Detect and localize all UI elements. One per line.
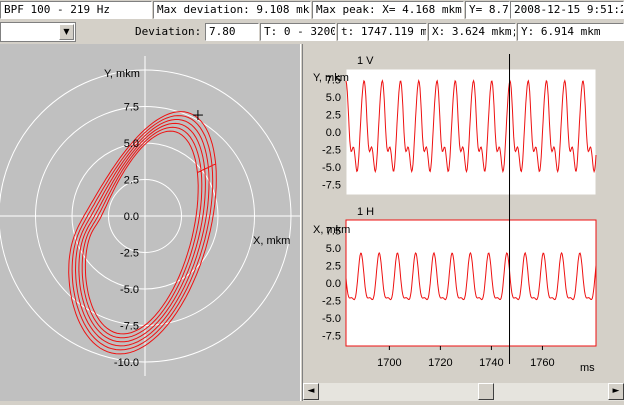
x-tick-label: 1720 [428, 357, 452, 369]
h-plot-title: 1 H [357, 206, 374, 218]
v-y-tick-label: -7.5 [322, 180, 341, 192]
v-y-tick-label: 0.0 [326, 127, 341, 139]
max-deviation-readout: Max deviation: 9.108 mkm [153, 1, 311, 19]
time-range-readout: T: 0 - 3200 [16 [260, 23, 336, 41]
cursor-x-readout: X: 3.624 mkm; [428, 23, 516, 41]
orbit-panel[interactable]: Y, mkm X, mkm 7.5 5.0 2.5 0.0 -2.5 -5.0 -7.5 -1… [0, 44, 305, 401]
h-y-tick-label: -5.0 [322, 313, 341, 325]
orbit-y-tick-label: -10.0 [114, 357, 139, 369]
timeseries-panel[interactable]: 1 V Y, mkm 7.5 5.0 2.5 0.0 -2.5 -5.0 -7.5 1 H … [303, 44, 624, 383]
time-scrollbar[interactable]: ◄ ► [303, 383, 624, 401]
max-peak-y-readout: Y= 8.7 [465, 1, 510, 19]
filter-readout: BPF 100 - 219 Hz [0, 1, 152, 19]
h-y-tick-label: 0.0 [326, 278, 341, 290]
cursor-t-readout: t: 1747.119 m [337, 23, 427, 41]
v-y-tick-label: -2.5 [322, 145, 341, 157]
status-bar-top: BPF 100 - 219 Hz Max deviation: 9.108 mk… [0, 0, 624, 20]
h-y-tick-label: 5.0 [326, 243, 341, 255]
x-tick-label: 1700 [377, 357, 401, 369]
scroll-right-icon[interactable]: ► [608, 383, 624, 400]
x-tick-label: 1740 [479, 357, 503, 369]
v-y-tick-label: 2.5 [326, 110, 341, 122]
orbit-y-axis-label: Y, mkm [104, 68, 140, 80]
datetime-readout: 2008-12-15 9:51:29 [510, 1, 624, 19]
h-y-tick-label: 7.5 [326, 226, 341, 238]
timeseries-chart[interactable]: 1 V Y, mkm 7.55.02.50.0-2.5-5.0-7.5 1 H … [303, 44, 624, 383]
cursor-y-readout: Y: 6.914 mkm [517, 23, 624, 41]
orbit-y-tick-label: 0.0 [124, 211, 139, 223]
v-plot-title: 1 V [357, 55, 374, 67]
h-plot-area [345, 219, 597, 347]
orbit-y-tick-label: 7.5 [124, 102, 139, 114]
v-y-tick-label: 5.0 [326, 92, 341, 104]
orbit-y-tick-label: -5.0 [120, 284, 139, 296]
orbit-y-tick-label: -7.5 [120, 321, 139, 333]
v-y-tick-label: 7.5 [326, 75, 341, 87]
h-y-tick-label: -2.5 [322, 296, 341, 308]
x-unit-label: ms [580, 362, 595, 374]
v-y-tick-label: -5.0 [322, 162, 341, 174]
scroll-thumb[interactable] [478, 383, 494, 400]
orbit-y-tick-label: 2.5 [124, 175, 139, 187]
orbit-chart[interactable]: Y, mkm X, mkm 7.5 5.0 2.5 0.0 -2.5 -5.0 -7.5 -1… [0, 44, 305, 401]
view-select[interactable]: ▼ [0, 22, 76, 42]
x-tick-label: 1760 [530, 357, 554, 369]
orbit-y-tick-label: 5.0 [124, 138, 139, 150]
deviation-label: Deviation: [135, 25, 202, 38]
chevron-down-icon[interactable]: ▼ [59, 24, 74, 40]
deviation-value: 7.80 [205, 23, 259, 41]
h-y-tick-label: 2.5 [326, 261, 341, 273]
max-peak-x-readout: Max peak: X= 4.168 mkm [312, 1, 464, 19]
scroll-left-icon[interactable]: ◄ [303, 383, 319, 400]
h-y-tick-label: -7.5 [322, 331, 341, 343]
status-bar-cursor: ▼ Deviation: 7.80 T: 0 - 3200 [16 t: 174… [0, 21, 624, 43]
orbit-x-axis-label: X, mkm [253, 235, 290, 247]
orbit-y-tick-label: -2.5 [120, 248, 139, 260]
orbit-background [0, 44, 300, 401]
